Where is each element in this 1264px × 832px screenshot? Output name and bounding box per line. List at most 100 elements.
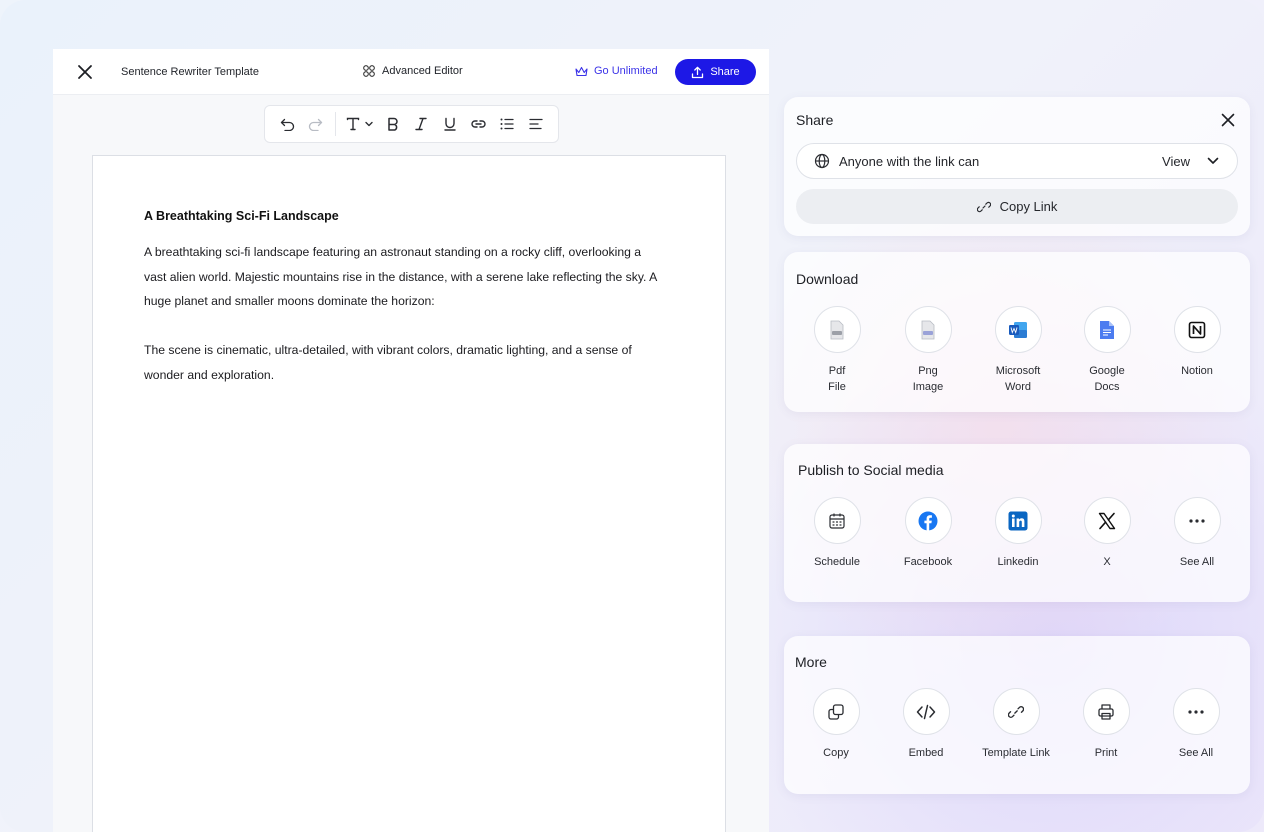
more-label: See All	[1178, 747, 1214, 759]
x-option-circle	[1083, 497, 1131, 544]
png-option-circle	[904, 306, 952, 353]
document-page[interactable]: A Breathtaking Sci-Fi Landscape A breath…	[92, 155, 726, 832]
download-label-line1: Microsoft	[995, 365, 1041, 377]
schedule-option[interactable]: Schedule	[792, 497, 882, 570]
chevron-down-icon	[365, 121, 373, 127]
embed-option-circle	[902, 688, 950, 735]
facebook-option[interactable]: Facebook	[883, 497, 973, 570]
more-see-all-option[interactable]: See All	[1151, 688, 1241, 761]
pdf-option-circle	[813, 306, 861, 353]
linkedin-option[interactable]: Linkedin	[973, 497, 1063, 570]
linkedin-option-circle	[994, 497, 1042, 544]
social-label: Linkedin	[997, 556, 1039, 568]
link-button[interactable]	[464, 110, 493, 138]
underline-icon	[444, 117, 456, 131]
app-window: Sentence Rewriter Template Advanced Edit…	[0, 0, 1264, 832]
more-panel: More Copy Embed Template Link Print See …	[784, 636, 1250, 794]
text-type-icon	[346, 117, 360, 131]
link-icon	[1008, 705, 1024, 718]
print-option[interactable]: Print	[1061, 688, 1151, 761]
embed-option[interactable]: Embed	[881, 688, 971, 761]
toolbar-divider	[335, 112, 337, 136]
social-label: X	[1103, 556, 1111, 568]
redo-icon	[309, 118, 323, 131]
close-icon[interactable]	[75, 62, 95, 82]
download-label-line2: File	[828, 381, 846, 393]
word-option-circle	[994, 306, 1042, 353]
bold-icon	[388, 117, 398, 131]
undo-button[interactable]	[273, 110, 302, 138]
word-icon	[1009, 321, 1027, 338]
download-label-line2: Image	[912, 381, 944, 393]
undo-icon	[280, 118, 294, 131]
underline-button[interactable]	[436, 110, 465, 138]
permission-value: View	[1162, 153, 1190, 169]
chevron-down-icon	[1207, 157, 1219, 164]
linkedin-icon	[1008, 511, 1028, 530]
more-label: Copy	[823, 747, 849, 759]
editor-topbar: Sentence Rewriter Template Advanced Edit…	[53, 49, 769, 95]
close-icon[interactable]	[1220, 112, 1236, 128]
google-docs-icon	[1100, 320, 1114, 339]
template-link-option[interactable]: Template Link	[971, 688, 1061, 761]
facebook-icon	[918, 511, 938, 530]
social-panel: Publish to Social media Schedule Faceboo…	[784, 444, 1250, 602]
document-heading: A Breathtaking Sci-Fi Landscape	[144, 209, 339, 223]
more-label: Embed	[908, 747, 944, 759]
link-access-dropdown[interactable]: Anyone with the link can View	[796, 143, 1238, 179]
download-notion-option[interactable]: Notion	[1152, 306, 1242, 379]
italic-icon	[415, 117, 428, 131]
template-title: Sentence Rewriter Template	[121, 66, 259, 78]
text-style-dropdown[interactable]	[341, 110, 378, 138]
download-word-option[interactable]: Microsoft Word	[973, 306, 1063, 395]
copy-option-circle	[812, 688, 860, 735]
social-title: Publish to Social media	[798, 462, 944, 478]
download-label-line1: Notion	[1181, 365, 1213, 377]
notion-icon	[1188, 321, 1206, 338]
more-icon	[1188, 709, 1204, 714]
link-access-text: Anyone with the link can	[839, 153, 980, 169]
share-button[interactable]: Share	[675, 59, 756, 85]
more-label: Print	[1094, 747, 1118, 759]
notion-option-circle	[1173, 306, 1221, 353]
social-label: Facebook	[903, 556, 953, 568]
redo-button[interactable]	[302, 110, 331, 138]
download-label-line1: Png	[918, 365, 938, 377]
calendar-icon	[829, 513, 845, 529]
social-see-all-option[interactable]: See All	[1152, 497, 1242, 570]
download-pdf-option[interactable]: Pdf File	[792, 306, 882, 395]
download-label-line1: Google	[1089, 365, 1125, 377]
align-button[interactable]	[521, 110, 550, 138]
download-png-option[interactable]: Png Image	[883, 306, 973, 395]
pdf-file-icon	[830, 320, 844, 339]
bullet-list-icon	[500, 118, 514, 130]
upload-icon	[692, 66, 704, 78]
schedule-option-circle	[813, 497, 861, 544]
share-title: Share	[796, 112, 834, 128]
download-title: Download	[796, 271, 859, 287]
docs-option-circle	[1083, 306, 1131, 353]
document-paragraph: A breathtaking sci-fi landscape featurin…	[144, 245, 657, 309]
go-unlimited-link[interactable]: Go Unlimited	[575, 65, 658, 77]
more-title: More	[795, 654, 827, 670]
share-button-label: Share	[710, 66, 740, 78]
bold-button[interactable]	[379, 110, 408, 138]
download-docs-option[interactable]: Google Docs	[1062, 306, 1152, 395]
italic-button[interactable]	[407, 110, 436, 138]
see-all-option-circle	[1173, 497, 1221, 544]
document-paragraph: The scene is cinematic, ultra-detailed, …	[144, 343, 632, 382]
copy-option[interactable]: Copy	[791, 688, 881, 761]
x-option[interactable]: X	[1062, 497, 1152, 570]
advanced-editor-button[interactable]: Advanced Editor	[362, 64, 463, 78]
bullet-list-button[interactable]	[493, 110, 522, 138]
formatting-toolbar	[264, 105, 559, 143]
globe-icon	[814, 153, 830, 169]
x-icon	[1098, 512, 1116, 529]
advanced-editor-label: Advanced Editor	[382, 65, 463, 77]
printer-icon	[1098, 703, 1114, 720]
copy-link-label: Copy Link	[999, 199, 1058, 214]
template-link-option-circle	[992, 688, 1040, 735]
align-left-icon	[529, 118, 543, 130]
go-unlimited-label: Go Unlimited	[594, 65, 658, 77]
copy-link-button[interactable]: Copy Link	[796, 189, 1238, 224]
